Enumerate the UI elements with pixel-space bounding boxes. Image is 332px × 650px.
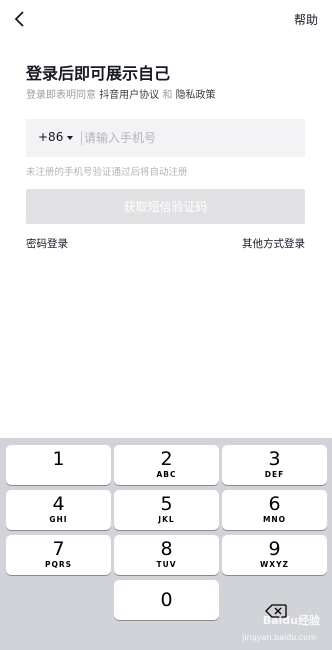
key-9[interactable]: 9 WXYZ [222,535,327,575]
page-title: 登录后即可展示自己 [26,64,171,83]
key-digit: 1 [52,448,65,470]
key-0[interactable]: 0 [114,580,219,620]
dropdown-caret-icon[interactable] [67,136,73,140]
phone-input[interactable] [84,125,294,151]
country-code-selector[interactable]: +86 [38,130,63,144]
key-2[interactable]: 2 ABC [114,445,219,485]
key-digit: 9 [268,538,281,560]
key-7[interactable]: 7 PQRS [6,535,111,575]
watermark-url: jingyan.baidu.com [242,633,316,642]
key-digit: 3 [268,448,281,470]
key-letters: GHI [49,515,68,524]
key-3[interactable]: 3 DEF [222,445,327,485]
get-sms-code-button[interactable]: 获取短信验证码 [26,189,305,224]
password-login-link[interactable]: 密码登录 [26,236,68,251]
key-letters: JKL [158,515,175,524]
phone-field: +86 [26,119,305,157]
top-nav-bar: 帮助 [0,0,332,38]
key-8[interactable]: 8 TUV [114,535,219,575]
key-digit: 6 [268,493,281,515]
key-digit: 2 [160,448,173,470]
numeric-keypad: 1 2 ABC 3 DEF 4 GHI 5 JKL 6 MNO 7 PQRS 8… [0,438,332,650]
agreement-text: 登录即表明同意 抖音用户协议 和 隐私政策 [26,86,216,101]
key-5[interactable]: 5 JKL [114,490,219,530]
key-letters: ABC [156,470,177,479]
key-digit: 7 [52,538,65,560]
help-link[interactable]: 帮助 [294,11,318,28]
agreement-prefix: 登录即表明同意 [26,90,96,101]
key-letters: WXYZ [260,560,289,569]
key-1[interactable]: 1 [6,445,111,485]
key-letters: DEF [264,470,285,479]
key-letters: PQRS [44,560,73,569]
user-agreement-link[interactable]: 抖音用户协议 [99,90,159,101]
privacy-policy-link[interactable]: 隐私政策 [176,90,216,101]
back-chevron-icon[interactable] [12,10,28,28]
other-login-link[interactable]: 其他方式登录 [242,236,305,251]
key-letters: MNO [262,515,287,524]
key-digit: 0 [160,589,173,611]
field-divider [81,131,82,145]
agreement-and: 和 [162,90,173,101]
watermark-logo: Baidu经验 [262,614,320,627]
key-4[interactable]: 4 GHI [6,490,111,530]
key-digit: 5 [160,493,173,515]
auto-register-hint: 未注册的手机号验证通过后将自动注册 [26,167,188,178]
key-6[interactable]: 6 MNO [222,490,327,530]
key-letters: TUV [156,560,177,569]
key-digit: 8 [160,538,173,560]
key-digit: 4 [52,493,65,515]
